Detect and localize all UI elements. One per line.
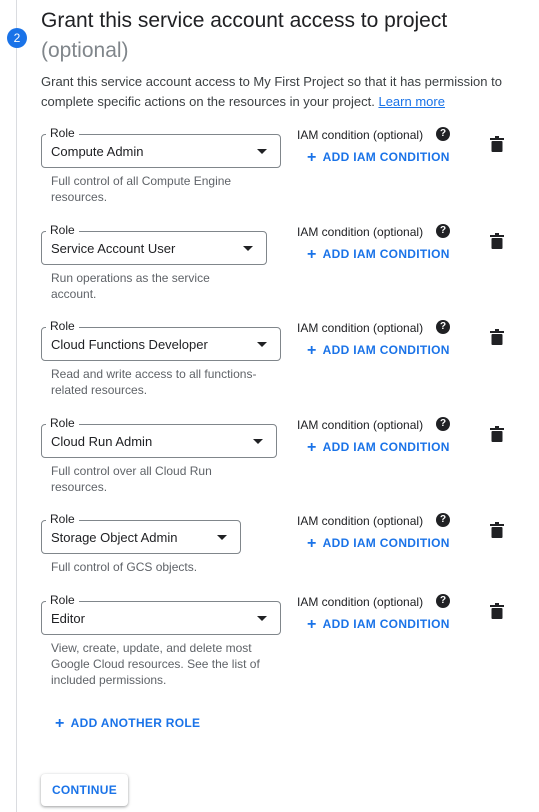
add-another-role-label: ADD ANOTHER ROLE [70, 716, 201, 730]
iam-condition-label: IAM condition (optional) [297, 514, 424, 528]
help-icon[interactable]: ? [436, 417, 450, 431]
role-select-value: Compute Admin [51, 144, 144, 159]
role-select-label: Role [46, 416, 79, 430]
add-iam-condition-label: ADD IAM CONDITION [322, 440, 450, 454]
add-iam-condition-button[interactable]: + ADD IAM CONDITION [307, 245, 450, 263]
add-iam-condition-label: ADD IAM CONDITION [322, 617, 450, 631]
role-select-value: Service Account User [51, 241, 176, 256]
role-select-label: Role [46, 223, 79, 237]
plus-icon: + [307, 439, 317, 456]
iam-condition-label: IAM condition (optional) [297, 321, 424, 335]
help-icon[interactable]: ? [436, 127, 450, 141]
trash-icon[interactable] [490, 603, 504, 619]
role-hint: Full control over all Cloud Run resource… [51, 464, 212, 494]
role-select-label: Role [46, 126, 79, 140]
role-select-value: Storage Object Admin [51, 530, 178, 545]
iam-condition-label: IAM condition (optional) [297, 128, 424, 142]
plus-icon: + [307, 616, 317, 633]
role-select-value: Cloud Functions Developer [51, 337, 208, 352]
step-number-badge: 2 [7, 28, 27, 48]
trash-icon[interactable] [490, 426, 504, 442]
role-hint: Full control of all Compute Engine resou… [51, 174, 232, 204]
arrow-drop-down-icon [257, 149, 267, 154]
plus-icon: + [55, 715, 65, 732]
role-hint: Read and write access to all functions-r… [51, 367, 257, 397]
role-hint: Run operations as the service account. [51, 271, 210, 301]
help-icon[interactable]: ? [436, 224, 450, 238]
add-iam-condition-button[interactable]: + ADD IAM CONDITION [307, 534, 450, 552]
learn-more-link[interactable]: Learn more [378, 94, 444, 109]
plus-icon: + [307, 246, 317, 263]
add-iam-condition-label: ADD IAM CONDITION [322, 247, 450, 261]
stepper-line [16, 0, 17, 812]
add-iam-condition-button[interactable]: + ADD IAM CONDITION [307, 148, 450, 166]
iam-condition-label: IAM condition (optional) [297, 418, 424, 432]
role-select-label: Role [46, 512, 79, 526]
add-iam-condition-label: ADD IAM CONDITION [322, 343, 450, 357]
role-select-value: Cloud Run Admin [51, 434, 153, 449]
arrow-drop-down-icon [253, 439, 263, 444]
trash-icon[interactable] [490, 329, 504, 345]
trash-icon[interactable] [490, 136, 504, 152]
role-select-value: Editor [51, 611, 85, 626]
plus-icon: + [307, 535, 317, 552]
continue-button[interactable]: CONTINUE [41, 774, 128, 806]
add-iam-condition-button[interactable]: + ADD IAM CONDITION [307, 438, 450, 456]
role-hint: Full control of GCS objects. [51, 560, 198, 574]
help-icon[interactable]: ? [436, 320, 450, 334]
arrow-drop-down-icon [257, 616, 267, 621]
add-iam-condition-button[interactable]: + ADD IAM CONDITION [307, 615, 450, 633]
help-icon[interactable]: ? [436, 594, 450, 608]
add-another-role-button[interactable]: + ADD ANOTHER ROLE [55, 714, 200, 732]
help-icon[interactable]: ? [436, 513, 450, 527]
page-title: Grant this service account access to pro… [41, 9, 448, 32]
add-iam-condition-button[interactable]: + ADD IAM CONDITION [307, 341, 450, 359]
role-hint: View, create, update, and delete most Go… [51, 641, 260, 687]
iam-condition-label: IAM condition (optional) [297, 225, 424, 239]
step-description: Grant this service account access to My … [41, 72, 521, 112]
plus-icon: + [307, 149, 317, 166]
role-select-label: Role [46, 319, 79, 333]
add-iam-condition-label: ADD IAM CONDITION [322, 150, 450, 164]
iam-condition-label: IAM condition (optional) [297, 595, 424, 609]
trash-icon[interactable] [490, 233, 504, 249]
page-subtitle: (optional) [41, 39, 129, 62]
arrow-drop-down-icon [217, 535, 227, 540]
arrow-drop-down-icon [243, 246, 253, 251]
trash-icon[interactable] [490, 522, 504, 538]
plus-icon: + [307, 342, 317, 359]
arrow-drop-down-icon [257, 342, 267, 347]
add-iam-condition-label: ADD IAM CONDITION [322, 536, 450, 550]
role-select-label: Role [46, 593, 79, 607]
